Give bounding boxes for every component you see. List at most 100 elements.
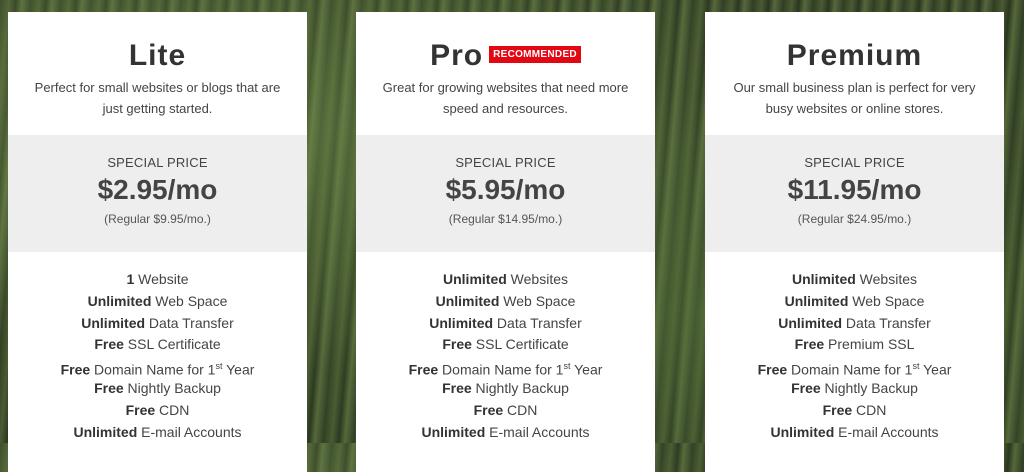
feature-highlight: Free <box>60 361 91 378</box>
feature-item: Unlimited E-mail Accounts <box>356 422 655 444</box>
feature-highlight: Free <box>822 401 853 418</box>
feature-item: Free SSL Certificate <box>356 334 655 356</box>
feature-item: Free CDN <box>356 400 655 422</box>
feature-item: Free CDN <box>8 400 307 422</box>
feature-list: Unlimited Websites Unlimited Web Space Unl… <box>356 269 655 443</box>
plan-description: Great for growing websites that need mor… <box>382 80 629 116</box>
feature-text: CDN <box>852 401 887 418</box>
feature-text-after: Year <box>570 361 603 378</box>
feature-text: CDN <box>503 401 538 418</box>
price-band: SPECIAL PRICE $5.95/mo (Regular $14.95/m… <box>356 135 655 252</box>
feature-text: Data Transfer <box>842 314 931 331</box>
feature-item: Unlimited Data Transfer <box>8 313 307 335</box>
feature-highlight: Unlimited <box>792 271 856 287</box>
feature-item: Unlimited Data Transfer <box>356 313 655 335</box>
recommended-badge: RECOMMENDED <box>489 45 581 63</box>
feature-item: Unlimited Web Space <box>356 291 655 313</box>
feature-item: Unlimited Websites <box>705 269 1004 291</box>
feature-text: Domain Name for 1 <box>90 361 216 378</box>
feature-text: SSL Certificate <box>123 336 221 353</box>
feature-text: Data Transfer <box>145 314 234 331</box>
plan-name: Pro <box>430 39 484 73</box>
feature-text: Websites <box>855 271 917 287</box>
feature-highlight: Unlimited <box>81 314 146 331</box>
feature-text: E-mail Accounts <box>485 423 590 440</box>
feature-item: Free Domain Name for 1st Year <box>705 356 1004 378</box>
feature-highlight: Free <box>757 361 788 378</box>
feature-list: Unlimited Websites Unlimited Web Space Unl… <box>705 269 1004 443</box>
plan-card-pro: Pro RECOMMENDED Great for growing website… <box>356 12 655 472</box>
feature-highlight: Unlimited <box>770 423 835 440</box>
feature-text: Domain Name for 1 <box>438 361 564 378</box>
feature-item: Free SSL Certificate <box>8 334 307 356</box>
feature-text: Nightly Backup <box>820 379 918 396</box>
plan-title: Lite <box>8 38 307 72</box>
feature-text: Nightly Backup <box>123 379 221 396</box>
feature-text: Websites <box>506 271 568 287</box>
feature-highlight: Free <box>94 336 124 353</box>
feature-text-after: Year <box>222 361 255 378</box>
feature-text: E-mail Accounts <box>834 423 939 440</box>
feature-item: Unlimited E-mail Accounts <box>705 422 1004 444</box>
price-band: SPECIAL PRICE $2.95/mo (Regular $9.95/mo… <box>8 135 307 252</box>
feature-text-after: Year <box>919 361 952 378</box>
regular-price: (Regular $9.95/mo.) <box>104 212 211 226</box>
special-price-label: SPECIAL PRICE <box>804 155 905 170</box>
feature-item: Unlimited Websites <box>356 269 655 291</box>
regular-price: (Regular $24.95/mo.) <box>797 212 912 226</box>
feature-text: E-mail Accounts <box>137 423 242 440</box>
feature-text: Nightly Backup <box>471 379 569 396</box>
plan-description: Perfect for small websites or blogs that… <box>34 80 281 116</box>
feature-text: Web Space <box>151 292 228 309</box>
feature-item: Unlimited Web Space <box>705 291 1004 313</box>
feature-text: Web Space <box>499 292 576 309</box>
feature-highlight: Free <box>94 379 124 396</box>
feature-highlight: Free <box>442 379 472 396</box>
plan-price: $11.95/mo <box>787 174 922 205</box>
plan-card-lite: Lite Perfect for small websites or blogs… <box>8 12 307 472</box>
plan-name: Lite <box>128 39 187 73</box>
feature-highlight: Free <box>408 361 439 378</box>
feature-item: Free Domain Name for 1st Year <box>356 356 655 378</box>
feature-highlight: Free <box>794 336 825 353</box>
feature-item: Free CDN <box>705 400 1004 422</box>
feature-highlight: Unlimited <box>73 423 138 440</box>
feature-text: CDN <box>155 401 190 418</box>
feature-item: Free Nightly Backup <box>8 378 307 400</box>
feature-highlight: Unlimited <box>435 292 500 309</box>
plan-title: Premium <box>705 38 1004 72</box>
feature-text: Website <box>134 271 189 287</box>
feature-highlight: Unlimited <box>421 423 486 440</box>
feature-item: Unlimited Data Transfer <box>705 313 1004 335</box>
feature-highlight: Free <box>473 401 504 418</box>
feature-text: Web Space <box>848 292 925 309</box>
special-price-label: SPECIAL PRICE <box>455 155 556 170</box>
plan-card-premium: Premium Our small business plan is perfe… <box>705 12 1004 472</box>
feature-item: Unlimited E-mail Accounts <box>8 422 307 444</box>
feature-item: Unlimited Web Space <box>8 291 307 313</box>
feature-highlight: Free <box>442 336 472 353</box>
feature-text: Premium SSL <box>824 336 915 353</box>
feature-item: Free Domain Name for 1st Year <box>8 356 307 378</box>
feature-item: 1 Website <box>8 269 307 291</box>
feature-highlight: Unlimited <box>429 314 494 331</box>
plan-title: Pro RECOMMENDED <box>356 38 655 72</box>
feature-item: Free Nightly Backup <box>705 378 1004 400</box>
feature-item: Free Premium SSL <box>705 334 1004 356</box>
feature-text: SSL Certificate <box>471 336 569 353</box>
feature-highlight: Unlimited <box>87 292 152 309</box>
feature-text: Data Transfer <box>493 314 582 331</box>
plan-name: Premium <box>786 39 923 73</box>
feature-item: Free Nightly Backup <box>356 378 655 400</box>
special-price-label: SPECIAL PRICE <box>107 155 208 170</box>
feature-highlight: Free <box>125 401 156 418</box>
feature-highlight: Free <box>791 379 821 396</box>
feature-list: 1 Website Unlimited Web Space Unlimited Da… <box>8 269 307 443</box>
feature-highlight: Unlimited <box>778 314 843 331</box>
feature-text: Domain Name for 1 <box>787 361 913 378</box>
plan-price: $5.95/mo <box>445 174 566 205</box>
price-band: SPECIAL PRICE $11.95/mo (Regular $24.95/… <box>705 135 1004 252</box>
feature-highlight: Unlimited <box>443 271 507 287</box>
feature-highlight: Unlimited <box>784 292 849 309</box>
plan-description: Our small business plan is perfect for v… <box>733 80 976 116</box>
